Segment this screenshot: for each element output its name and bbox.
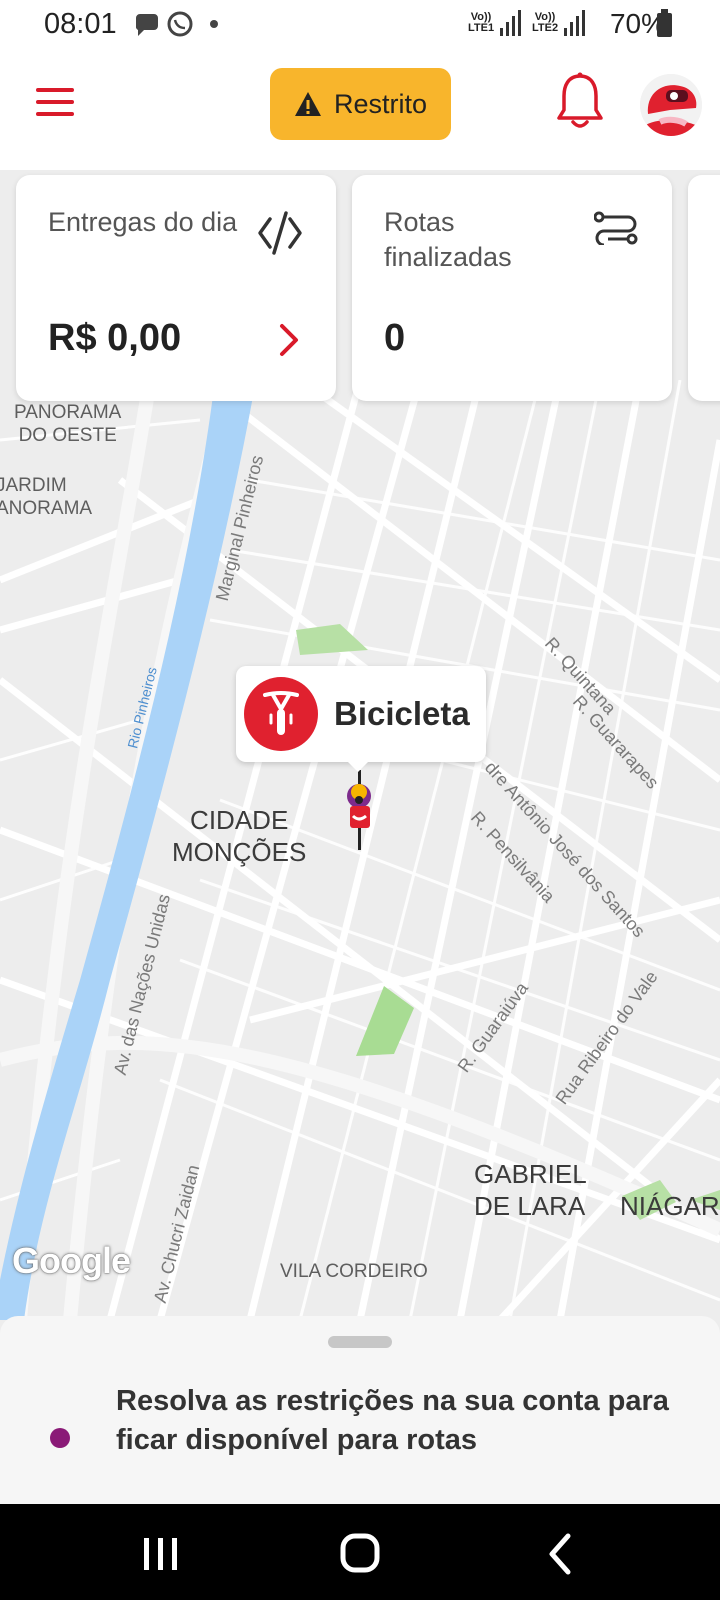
warning-icon <box>294 92 321 116</box>
recent-apps-icon[interactable] <box>130 1532 190 1576</box>
home-icon[interactable] <box>330 1532 390 1576</box>
vehicle-label: Bicicleta <box>334 695 470 732</box>
chevron-right-icon[interactable] <box>278 323 300 357</box>
map-label-niagara: NIÁGAR <box>620 1191 720 1221</box>
signal-icon <box>564 10 585 36</box>
avatar[interactable] <box>640 74 702 136</box>
bottom-sheet[interactable]: Resolva as restrições na sua conta para … <box>0 1316 720 1504</box>
map-label-vila-cordeiro: VILA CORDEIRO <box>280 1261 428 1282</box>
map[interactable]: JARDIM PANORAMA DO OESTE JARDIM ANORAMA … <box>0 377 720 1323</box>
system-nav-bar <box>0 1504 720 1600</box>
hamburger-icon <box>36 88 74 92</box>
map-label-jardim-panorama: JARDIM ANORAMA <box>0 475 93 519</box>
card-value: R$ 0,00 <box>48 317 182 359</box>
eye-off-icon[interactable] <box>256 211 304 255</box>
sheet-drag-handle[interactable] <box>328 1336 392 1348</box>
app-root: JARDIM PANORAMA DO OESTE JARDIM ANORAMA … <box>0 0 720 1600</box>
map-label-cidade-moncoes: CIDADE MONÇÕES <box>172 805 307 867</box>
notification-bell-icon[interactable] <box>556 72 604 130</box>
status-dot-icon <box>50 1428 70 1448</box>
back-icon[interactable] <box>530 1532 590 1576</box>
app-header: Restrito <box>0 50 720 170</box>
chat-icon <box>135 14 158 36</box>
restriction-message: Resolva as restrições na sua conta para … <box>116 1385 669 1456</box>
card-peek[interactable] <box>688 175 720 401</box>
courier-avatar-icon <box>640 74 702 136</box>
vehicle-tooltip[interactable]: Bicicleta <box>236 666 486 772</box>
sim2-indicator: Vo)) LTE2 <box>532 11 559 34</box>
google-attribution-logo: Google <box>12 1240 131 1281</box>
status-chip[interactable]: Restrito <box>270 68 451 140</box>
courier-bike-marker-icon[interactable] <box>338 770 382 850</box>
signal-icon <box>500 10 521 36</box>
card-title: Rotas finalizadas <box>384 207 512 272</box>
status-bar: 08:01 Vo)) LTE1 Vo)) LTE2 70% <box>0 0 720 50</box>
notification-icons <box>132 10 232 46</box>
whatsapp-icon <box>167 11 193 37</box>
card-rotas[interactable]: Rotas finalizadas 0 <box>352 175 672 401</box>
map-canvas[interactable] <box>0 377 720 1323</box>
route-icon <box>594 211 638 245</box>
card-value: 0 <box>384 317 406 359</box>
card-entregas[interactable]: Entregas do dia R$ 0,00 <box>16 175 336 401</box>
status-time: 08:01 <box>44 8 117 40</box>
battery-icon <box>657 9 672 37</box>
card-title: Entregas do dia <box>48 207 238 237</box>
status-chip-label: Restrito <box>333 88 428 119</box>
bicycle-icon <box>244 677 318 751</box>
menu-button[interactable] <box>36 88 76 118</box>
sim1-indicator: Vo)) LTE1 <box>468 11 495 34</box>
map-label-gabriel-de-lara: GABRIEL DE LARA <box>474 1159 587 1221</box>
